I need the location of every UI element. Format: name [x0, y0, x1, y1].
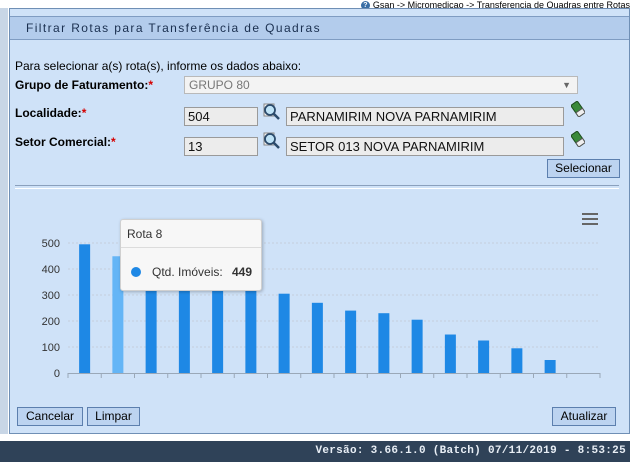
divider: [15, 185, 619, 189]
limpar-button[interactable]: Limpar: [87, 407, 140, 426]
panel-title-bar: Filtrar Rotas para Transferência de Quad…: [10, 16, 629, 40]
grupo-faturamento-select[interactable]: GRUPO 80 ▼: [184, 76, 578, 94]
chart-tooltip: Rota 8 Qtd. Imóveis: 449: [120, 219, 262, 291]
cancelar-button[interactable]: Cancelar: [17, 407, 83, 426]
left-sidebar-strip: [0, 8, 8, 434]
setor-name-field: SETOR 013 NOVA PARNAMIRIM: [286, 137, 564, 156]
search-setor-icon[interactable]: [261, 131, 281, 151]
y-tick-label: 400: [42, 264, 60, 276]
selecionar-button[interactable]: Selecionar: [547, 159, 620, 178]
localidade-label: Localidade:*: [15, 106, 87, 120]
filter-panel: Filtrar Rotas para Transferência de Quad…: [9, 8, 630, 434]
chart-bar[interactable]: [311, 302, 323, 373]
tooltip-value: 449: [232, 265, 253, 279]
rotas-bar-chart: 0 100 200 300 400 500: [42, 238, 601, 380]
eraser-localidade-icon[interactable]: [571, 101, 585, 117]
search-localidade-icon[interactable]: [261, 102, 281, 122]
chart-bar[interactable]: [212, 284, 224, 373]
chart-bar[interactable]: [544, 360, 556, 373]
y-tick-label: 300: [42, 290, 60, 302]
y-tick-label: 100: [42, 342, 60, 354]
tooltip-title: Rota 8: [127, 227, 163, 241]
chart-bar[interactable]: [278, 293, 290, 373]
eraser-setor-icon[interactable]: [571, 131, 585, 147]
chart-bar[interactable]: [511, 348, 523, 373]
series-dot-icon: [131, 267, 141, 277]
chart-bar[interactable]: [245, 285, 257, 373]
atualizar-button[interactable]: Atualizar: [552, 407, 616, 426]
version-text: Versão: 3.66.1.0 (Batch) 07/11/2019 - 8:…: [315, 445, 626, 457]
page-title: Filtrar Rotas para Transferência de Quad…: [26, 21, 321, 35]
chart-bar[interactable]: [444, 334, 456, 373]
chevron-down-icon: ▼: [562, 80, 571, 90]
localidade-name-field: PARNAMIRIM NOVA PARNAMIRIM: [286, 107, 564, 126]
setor-code-input[interactable]: 13: [184, 137, 258, 156]
chart-bar[interactable]: [478, 340, 490, 374]
chart-bar[interactable]: [411, 319, 423, 373]
chart-menu-icon[interactable]: [582, 213, 598, 225]
tooltip-label: Qtd. Imóveis:: [152, 265, 223, 279]
setor-label: Setor Comercial:*: [15, 135, 116, 149]
chart-bar[interactable]: [79, 244, 91, 373]
grupo-label: Grupo de Faturamento:*: [15, 78, 154, 92]
y-tick-label: 200: [42, 316, 60, 328]
chart-bar[interactable]: [178, 283, 190, 373]
y-tick-label: 500: [42, 238, 60, 250]
chart-bar[interactable]: [145, 282, 157, 373]
localidade-code-input[interactable]: 504: [184, 107, 258, 126]
chart-bar[interactable]: [378, 313, 390, 373]
chart-bar[interactable]: [345, 310, 357, 373]
y-tick-label: 0: [54, 368, 60, 380]
intro-text: Para selecionar a(s) rota(s), informe os…: [15, 59, 302, 73]
footer-bar: Versão: 3.66.1.0 (Batch) 07/11/2019 - 8:…: [0, 441, 630, 462]
